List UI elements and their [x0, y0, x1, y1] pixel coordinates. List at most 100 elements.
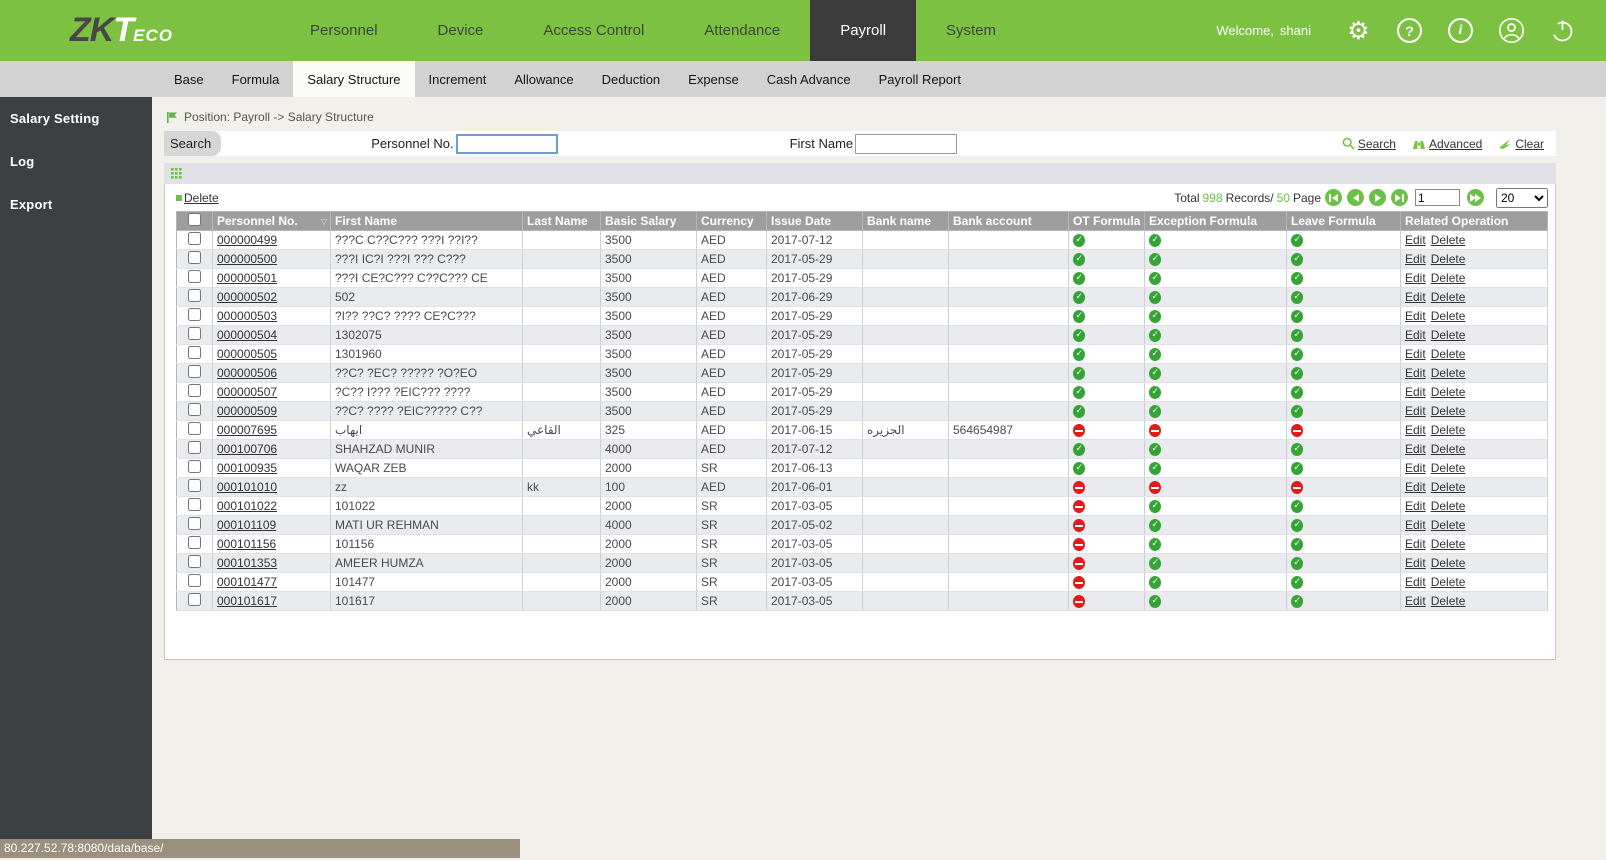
delete-link[interactable]: Delete [1431, 404, 1466, 418]
column-header-ot-formula[interactable]: OT Formula [1068, 211, 1145, 231]
row-checkbox[interactable] [188, 441, 201, 454]
delete-link[interactable]: Delete [1431, 385, 1466, 399]
sidebar-item-log[interactable]: Log [0, 140, 152, 183]
nav-item-personnel[interactable]: Personnel [280, 0, 408, 61]
row-checkbox[interactable] [188, 574, 201, 587]
column-header-last-name[interactable]: Last Name [522, 211, 601, 231]
personnel-no-link[interactable]: 000000506 [217, 366, 277, 380]
column-header-personnel-no[interactable]: Personnel No. ▽ [212, 211, 331, 231]
personnel-no-link[interactable]: 000000504 [217, 328, 277, 342]
edit-link[interactable]: Edit [1405, 252, 1426, 266]
row-checkbox[interactable] [188, 346, 201, 359]
edit-link[interactable]: Edit [1405, 328, 1426, 342]
row-checkbox[interactable] [188, 270, 201, 283]
edit-link[interactable]: Edit [1405, 309, 1426, 323]
delete-link[interactable]: Delete [1431, 518, 1466, 532]
edit-link[interactable]: Edit [1405, 461, 1426, 475]
tab-payroll-report[interactable]: Payroll Report [865, 61, 975, 97]
account-icon[interactable] [1498, 17, 1525, 44]
first-name-input[interactable] [855, 133, 958, 154]
edit-link[interactable]: Edit [1405, 290, 1426, 304]
personnel-no-link[interactable]: 000101477 [217, 575, 277, 589]
personnel-no-link[interactable]: 000000501 [217, 271, 277, 285]
previous-page-button[interactable] [1347, 189, 1364, 206]
edit-link[interactable]: Edit [1405, 404, 1426, 418]
personnel-no-link[interactable]: 000000509 [217, 404, 277, 418]
personnel-no-link[interactable]: 000100706 [217, 442, 277, 456]
delete-link[interactable]: Delete [1431, 290, 1466, 304]
personnel-no-link[interactable]: 000000500 [217, 252, 277, 266]
edit-link[interactable]: Edit [1405, 594, 1426, 608]
row-checkbox[interactable] [188, 384, 201, 397]
row-checkbox[interactable] [188, 517, 201, 530]
delete-link[interactable]: Delete [1431, 556, 1466, 570]
column-header-leave-formula[interactable]: Leave Formula [1286, 211, 1401, 231]
column-header-bank-name[interactable]: Bank name [862, 211, 949, 231]
settings-icon[interactable]: ⚙ [1345, 17, 1372, 44]
row-checkbox[interactable] [188, 498, 201, 511]
row-checkbox[interactable] [188, 251, 201, 264]
edit-link[interactable]: Edit [1405, 499, 1426, 513]
personnel-no-link[interactable]: 000000505 [217, 347, 277, 361]
nav-item-device[interactable]: Device [408, 0, 514, 61]
tab-expense[interactable]: Expense [674, 61, 753, 97]
personnel-no-link[interactable]: 000101617 [217, 594, 277, 608]
delete-link[interactable]: Delete [1431, 309, 1466, 323]
next-page-button[interactable] [1369, 189, 1386, 206]
info-icon[interactable] [1447, 17, 1474, 44]
page-number-input[interactable] [1415, 189, 1460, 206]
edit-link[interactable]: Edit [1405, 442, 1426, 456]
tab-allowance[interactable]: Allowance [500, 61, 587, 97]
delete-link[interactable]: Delete [1431, 423, 1466, 437]
tab-salary-structure[interactable]: Salary Structure [293, 61, 415, 97]
row-checkbox[interactable] [188, 593, 201, 606]
delete-link[interactable]: Delete [1431, 233, 1466, 247]
edit-link[interactable]: Edit [1405, 575, 1426, 589]
go-to-page-button[interactable] [1467, 189, 1484, 206]
personnel-no-link[interactable]: 000100935 [217, 461, 277, 475]
delete-link[interactable]: Delete [1431, 328, 1466, 342]
sidebar-item-export[interactable]: Export [0, 183, 152, 226]
row-checkbox[interactable] [188, 327, 201, 340]
edit-link[interactable]: Edit [1405, 537, 1426, 551]
personnel-no-link[interactable]: 000101109 [217, 518, 276, 532]
column-header-bank-account[interactable]: Bank account [948, 211, 1069, 231]
tab-cash-advance[interactable]: Cash Advance [753, 61, 865, 97]
row-checkbox[interactable] [188, 289, 201, 302]
help-icon[interactable] [1396, 17, 1423, 44]
select-all-checkbox[interactable] [188, 213, 201, 226]
personnel-no-input[interactable] [455, 133, 558, 154]
tab-base[interactable]: Base [160, 61, 218, 97]
column-header-currency[interactable]: Currency [696, 211, 767, 231]
power-icon[interactable] [1549, 17, 1576, 44]
row-checkbox[interactable] [188, 460, 201, 473]
edit-link[interactable]: Edit [1405, 366, 1426, 380]
delete-link[interactable]: Delete [1431, 252, 1466, 266]
advanced-button[interactable]: Advanced [1412, 137, 1482, 151]
delete-link[interactable]: Delete [1431, 442, 1466, 456]
edit-link[interactable]: Edit [1405, 347, 1426, 361]
sidebar-item-salary-setting[interactable]: Salary Setting [0, 97, 152, 140]
page-size-select[interactable]: 20 [1496, 187, 1548, 208]
column-header-first-name[interactable]: First Name [330, 211, 523, 231]
edit-link[interactable]: Edit [1405, 233, 1426, 247]
personnel-no-link[interactable]: 000000502 [217, 290, 277, 304]
delete-link[interactable]: Delete [1431, 480, 1466, 494]
delete-link[interactable]: Delete [1431, 271, 1466, 285]
delete-link[interactable]: Delete [1431, 347, 1466, 361]
personnel-no-link[interactable]: 000007695 [217, 423, 277, 437]
nav-item-system[interactable]: System [916, 0, 1026, 61]
delete-link[interactable]: Delete [1431, 366, 1466, 380]
search-button[interactable]: Search [1342, 137, 1396, 151]
delete-link[interactable]: Delete [1431, 499, 1466, 513]
tab-formula[interactable]: Formula [218, 61, 294, 97]
delete-link[interactable]: Delete [1431, 575, 1466, 589]
column-header-exception-formula[interactable]: Exception Formula [1144, 211, 1287, 231]
personnel-no-link[interactable]: 000101353 [217, 556, 277, 570]
personnel-no-link[interactable]: 000101156 [217, 537, 276, 551]
column-header-basic-salary[interactable]: Basic Salary [600, 211, 697, 231]
column-header-issue-date[interactable]: Issue Date [766, 211, 863, 231]
grid-icon[interactable] [171, 168, 182, 179]
row-checkbox[interactable] [188, 422, 201, 435]
delete-link[interactable]: Delete [1431, 537, 1466, 551]
